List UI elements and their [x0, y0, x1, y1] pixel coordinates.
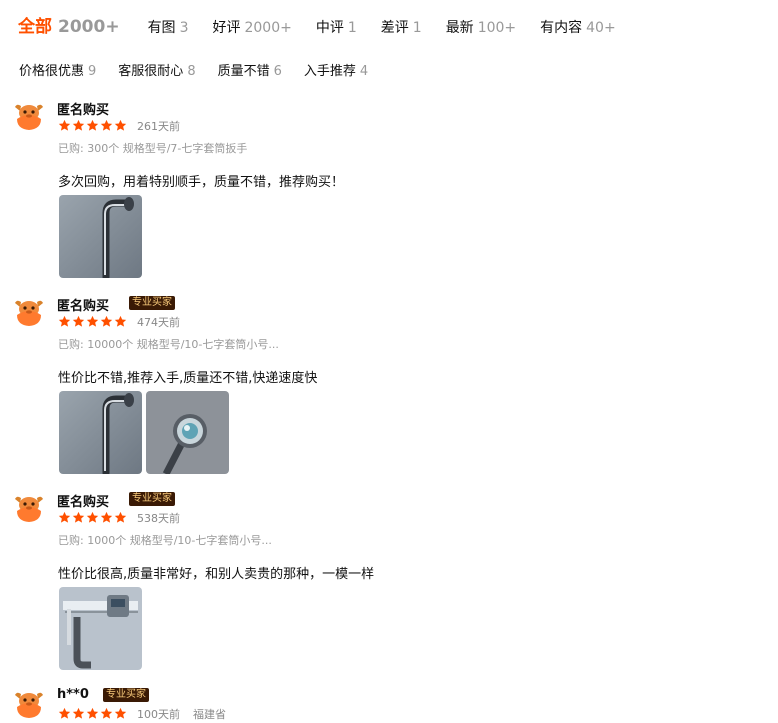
tab-count: 3	[179, 20, 189, 36]
purchase-spec: 已购: 300个 规格型号/7-七字套筒扳手	[58, 142, 248, 155]
tag-good-price[interactable]: 价格很优惠 9	[19, 60, 96, 79]
star-icon	[72, 511, 85, 523]
tag-count: 9	[88, 64, 97, 79]
purchase-spec: 已购: 1000个 规格型号/10-七字套筒小号...	[58, 534, 272, 547]
avatar	[13, 101, 45, 131]
star-icon	[114, 707, 127, 719]
star-icon	[100, 707, 113, 719]
star-rating	[58, 511, 128, 524]
tag-label: 客服很耐心	[118, 64, 184, 79]
tag-recommended[interactable]: 入手推荐 4	[304, 60, 368, 79]
star-icon	[100, 511, 113, 523]
star-icon	[100, 119, 113, 131]
reviewer-name: 匿名购买	[57, 495, 110, 510]
pro-buyer-badge: 专业买家	[129, 492, 175, 506]
tab-label: 中评	[315, 20, 344, 36]
tab-count: 40+	[586, 20, 616, 36]
star-rating	[58, 315, 128, 328]
review-content: 性价比不错,推荐入手,质量还不错,快递速度快	[58, 371, 318, 386]
review-age: 100天前	[137, 708, 180, 721]
tab-neutral[interactable]: 中评 1	[316, 17, 357, 37]
review-photos	[59, 587, 146, 670]
tag-count: 4	[359, 64, 369, 79]
tab-label: 好评	[212, 20, 241, 36]
review-age: 261天前	[137, 120, 180, 133]
review-content: 多次回购，用着特别顺手，质量不错，推荐购买！	[58, 175, 345, 190]
review-age: 538天前	[137, 512, 180, 525]
tag-count: 8	[187, 64, 196, 79]
review-age: 474天前	[137, 316, 180, 329]
tab-count: 2000+	[244, 20, 292, 36]
star-icon	[100, 315, 113, 327]
star-icon	[114, 315, 127, 327]
purchase-spec: 已购: 10000个 规格型号/10-七字套筒小号...	[58, 338, 279, 351]
tab-count: 1	[347, 20, 357, 36]
star-icon	[58, 315, 71, 327]
review-photos	[59, 195, 146, 278]
tab-count: 2000+	[58, 17, 120, 37]
star-rating	[58, 119, 128, 132]
tab-label: 有图	[147, 20, 176, 36]
tab-count: 100+	[477, 20, 517, 36]
tab-latest[interactable]: 最新 100+	[446, 17, 516, 37]
tag-patient-service[interactable]: 客服很耐心 8	[118, 60, 195, 79]
tag-label: 入手推荐	[303, 64, 356, 79]
avatar	[13, 493, 45, 523]
caliper-photo[interactable]	[59, 587, 142, 670]
star-icon	[72, 315, 85, 327]
tag-good-quality[interactable]: 质量不错 6	[218, 60, 282, 79]
review-tag-filters: 价格很优惠 9 客服很耐心 8 质量不错 6 入手推荐 4	[19, 60, 390, 79]
tab-all[interactable]: 全部 2000+	[18, 12, 120, 37]
wrench-photo[interactable]	[59, 391, 142, 474]
review-content: 性价比很高,质量非常好，和别人卖贵的那种，一模一样	[58, 567, 375, 582]
tab-with-photos[interactable]: 有图 3	[148, 17, 189, 37]
tab-label: 全部	[18, 17, 52, 37]
star-icon	[86, 511, 99, 523]
star-icon	[86, 707, 99, 719]
review-filter-tabs: 全部 2000+ 有图 3 好评 2000+ 中评 1 差评 1 最新 100+ 有内容 40…	[18, 12, 640, 40]
star-icon	[72, 707, 85, 719]
tab-label: 最新	[445, 20, 474, 36]
reviewer-location: 福建省	[193, 708, 226, 721]
avatar	[13, 689, 45, 719]
star-icon	[114, 119, 127, 131]
tab-label: 差评	[380, 20, 409, 36]
star-icon	[72, 119, 85, 131]
reviewer-name: 匿名购买	[57, 299, 110, 314]
review-photos	[59, 391, 233, 474]
wrench-photo[interactable]	[59, 195, 142, 278]
tab-count: 1	[412, 20, 422, 36]
tab-with-content[interactable]: 有内容 40+	[540, 17, 616, 37]
tag-label: 质量不错	[217, 64, 270, 79]
pro-buyer-badge: 专业买家	[103, 688, 149, 702]
star-rating	[58, 707, 128, 720]
star-icon	[86, 119, 99, 131]
star-icon	[86, 315, 99, 327]
avatar	[13, 297, 45, 327]
star-icon	[58, 511, 71, 523]
star-icon	[114, 511, 127, 523]
pro-buyer-badge: 专业买家	[129, 296, 175, 310]
socket-photo[interactable]	[146, 391, 229, 474]
reviewer-name: h**0	[57, 687, 89, 702]
star-icon	[58, 707, 71, 719]
tab-positive[interactable]: 好评 2000+	[212, 17, 291, 37]
tag-count: 6	[273, 64, 282, 79]
star-icon	[58, 119, 71, 131]
tab-negative[interactable]: 差评 1	[381, 17, 422, 37]
tag-label: 价格很优惠	[19, 64, 85, 79]
tab-label: 有内容	[540, 20, 583, 36]
reviewer-name: 匿名购买	[57, 103, 110, 118]
